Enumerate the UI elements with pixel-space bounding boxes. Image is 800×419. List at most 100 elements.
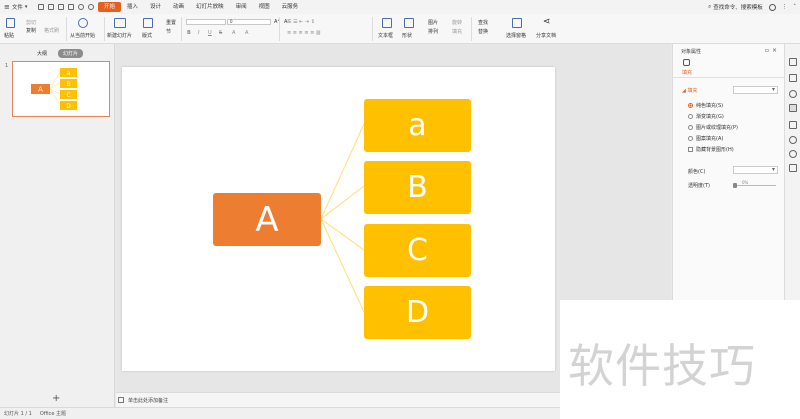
collapse-ribbon-icon[interactable]: ˄ — [793, 4, 796, 10]
preview-icon[interactable] — [68, 4, 74, 10]
color-label: 颜色(C) — [688, 169, 706, 175]
subtopic-shape[interactable]: a — [364, 99, 471, 152]
font-color-icon[interactable]: A — [232, 30, 235, 36]
copy-button[interactable]: 复制 — [26, 27, 36, 34]
print-icon[interactable] — [58, 4, 64, 10]
slide-thumbnail[interactable]: A a B C D — [12, 61, 110, 117]
shape-icon[interactable] — [404, 18, 414, 28]
fill-section-header[interactable]: ◢ 填充 — [682, 87, 697, 94]
option-gradient-fill[interactable]: 渐变填充(G) — [688, 113, 724, 120]
paste-icon[interactable] — [6, 18, 15, 28]
reset-button[interactable]: 重置 — [166, 19, 176, 26]
menu-bar: ≡ 文件 ▾ 开始 插入 设计 动画 幻灯片放映 审阅 视图 云服务 ⌕ 查找命… — [0, 0, 800, 14]
share-icon[interactable]: ⋖ — [543, 17, 551, 27]
tab-cloud[interactable]: 云服务 — [276, 2, 305, 12]
slide[interactable]: A a B C D — [122, 67, 555, 371]
tab-home[interactable]: 开始 — [98, 2, 122, 12]
fill-button[interactable]: 填充 — [452, 28, 462, 35]
more-icon[interactable]: ⋮ — [782, 4, 788, 10]
undo-icon[interactable] — [78, 4, 84, 10]
save-icon[interactable] — [38, 4, 44, 10]
radio-pattern-fill[interactable] — [688, 136, 693, 141]
radio-gradient-fill[interactable] — [688, 114, 693, 119]
settings-icon[interactable] — [789, 121, 797, 129]
shape-button[interactable]: 形状 — [402, 32, 412, 39]
notes-icon — [118, 397, 124, 403]
backup-icon[interactable] — [789, 164, 797, 172]
subtopic-shape[interactable]: D — [364, 286, 471, 339]
new-slide-button[interactable]: 新建幻灯片 — [107, 32, 132, 39]
align-icons[interactable]: ≡ ≡ ≡ ≡ ≡ ▥ — [287, 30, 321, 36]
thumbnail-diagram: A a B C D — [31, 68, 77, 110]
option-hide-background[interactable]: 隐藏背景图形(H) — [688, 146, 734, 153]
close-icon[interactable]: × — [772, 47, 780, 54]
tab-animation[interactable]: 动画 — [167, 2, 190, 12]
redo-icon[interactable] — [88, 4, 94, 10]
play-icon[interactable] — [78, 18, 88, 28]
font-name-field[interactable] — [186, 19, 226, 25]
user-icon[interactable] — [768, 3, 776, 11]
radio-picture-fill[interactable] — [688, 125, 693, 130]
history-icon[interactable] — [789, 136, 797, 144]
properties-icon[interactable] — [789, 104, 797, 112]
font-size-field[interactable]: 0 — [227, 19, 271, 25]
arrange-button[interactable]: 排列 — [428, 28, 438, 35]
select-pane-button[interactable]: 选择窗格 — [506, 32, 526, 39]
checkbox-hide-background[interactable] — [688, 147, 693, 152]
subtopic-shape[interactable]: C — [364, 224, 471, 277]
textbox-button[interactable]: 文本框 — [378, 32, 393, 39]
search-command[interactable]: ⌕ 查找命令、搜索模板 — [708, 3, 763, 12]
picture-button[interactable]: 图片 — [428, 19, 438, 26]
open-icon[interactable] — [48, 4, 54, 10]
thumbnail-child-label: a — [67, 70, 71, 77]
tab-insert[interactable]: 插入 — [121, 2, 144, 12]
layout-button[interactable]: 版式 — [142, 32, 152, 39]
select-pane-icon[interactable] — [512, 18, 522, 28]
file-menu[interactable]: ≡ 文件 ▾ — [0, 3, 36, 11]
fill-type-dropdown[interactable] — [733, 86, 778, 94]
tab-view[interactable]: 视图 — [253, 2, 276, 12]
share-button[interactable]: 分享文档 — [536, 32, 556, 39]
slider-knob[interactable] — [733, 183, 737, 188]
pin-icon[interactable]: ▫ — [765, 47, 772, 54]
text-shadow-icon[interactable]: A — [245, 30, 248, 36]
tab-slides[interactable]: 幻灯片 — [58, 48, 84, 58]
paste-button[interactable]: 粘贴 — [4, 32, 14, 39]
find-button[interactable]: 查找 — [478, 19, 488, 26]
select-icon[interactable] — [789, 58, 797, 66]
tab-slideshow[interactable]: 幻灯片放映 — [190, 2, 230, 12]
fill-tab-icon[interactable] — [683, 59, 690, 66]
section-button[interactable]: 节 — [166, 28, 171, 35]
layout-icon[interactable] — [143, 18, 153, 28]
connector-line — [320, 218, 365, 251]
textbox-icon[interactable] — [382, 18, 392, 28]
option-solid-fill[interactable]: 纯色填充(S) — [688, 102, 723, 109]
format-painter-button[interactable]: 格式刷 — [44, 27, 59, 34]
option-picture-fill[interactable]: 图片或纹理填充(P) — [688, 124, 738, 131]
shape-fill-icon[interactable] — [789, 74, 797, 82]
italic-button[interactable]: I — [198, 30, 199, 36]
bold-button[interactable]: B — [187, 30, 191, 36]
transparency-slider[interactable] — [733, 183, 776, 188]
add-slide-button[interactable]: + — [52, 393, 60, 404]
animation-icon[interactable] — [789, 90, 797, 98]
tab-review[interactable]: 审阅 — [230, 2, 253, 12]
tab-outline[interactable]: 大纲 — [32, 49, 52, 58]
new-slide-icon[interactable] — [114, 18, 126, 28]
bullets-icon[interactable]: ☰ ☰ ⇤ ⇥ ↕ — [287, 19, 315, 25]
underline-button[interactable]: U — [208, 30, 212, 36]
thumbnail-child-label: C — [66, 92, 70, 99]
cut-button[interactable]: 剪切 — [26, 19, 36, 26]
strike-button[interactable]: S — [219, 30, 222, 36]
from-start-button[interactable]: 从当前开始 — [70, 32, 95, 39]
help-icon[interactable] — [789, 150, 797, 158]
subtopic-shape[interactable]: B — [364, 161, 471, 214]
color-dropdown[interactable] — [733, 166, 778, 174]
replace-button[interactable]: 替换 — [478, 28, 488, 35]
main-topic-shape[interactable]: A — [213, 193, 321, 246]
connector-line — [320, 185, 365, 220]
option-pattern-fill[interactable]: 图案填充(A) — [688, 135, 723, 142]
rotate-button[interactable]: 旋转 — [452, 19, 462, 26]
tab-design[interactable]: 设计 — [144, 2, 167, 12]
radio-solid-fill[interactable] — [688, 103, 693, 108]
